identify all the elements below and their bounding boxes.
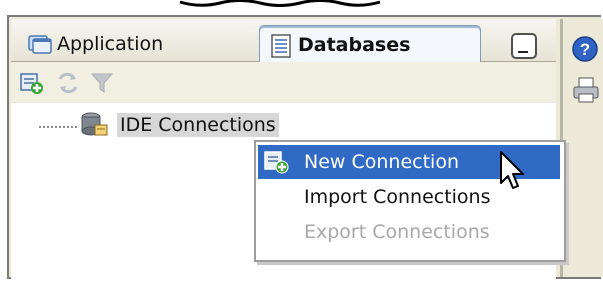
top-edge-decoration: [179, 0, 381, 7]
tab-databases-label: Databases: [298, 33, 411, 56]
minimize-icon[interactable]: [511, 33, 537, 59]
svg-text:?: ?: [580, 40, 590, 59]
mouse-cursor-icon: [500, 151, 524, 189]
tab-bar: Application Databases: [11, 19, 556, 63]
tab-application[interactable]: Application: [19, 27, 252, 61]
menu-item-export-connections: Export Connections: [258, 215, 560, 249]
new-connection-icon[interactable]: [19, 71, 45, 95]
tree-connector: [39, 126, 77, 128]
tree-node-ide-connections[interactable]: IDE Connections: [79, 111, 279, 139]
application-icon: [27, 33, 53, 55]
adjacent-panel-edge: ?: [560, 19, 603, 277]
refresh-icon[interactable]: [55, 71, 81, 95]
database-document-icon: [268, 33, 294, 58]
new-connection-icon: [262, 149, 290, 175]
help-icon[interactable]: ?: [571, 35, 599, 63]
printer-icon[interactable]: [571, 76, 601, 104]
tab-application-label: Application: [57, 33, 164, 55]
menu-item-label: New Connection: [304, 151, 459, 173]
tab-databases[interactable]: Databases: [259, 25, 481, 63]
menu-item-label: Export Connections: [304, 221, 490, 243]
filter-icon[interactable]: [89, 71, 115, 95]
database-connection-icon: [79, 111, 111, 139]
tree-node-label: IDE Connections: [117, 113, 279, 137]
navigator-toolbar: [11, 62, 556, 102]
menu-item-label: Import Connections: [304, 186, 491, 208]
